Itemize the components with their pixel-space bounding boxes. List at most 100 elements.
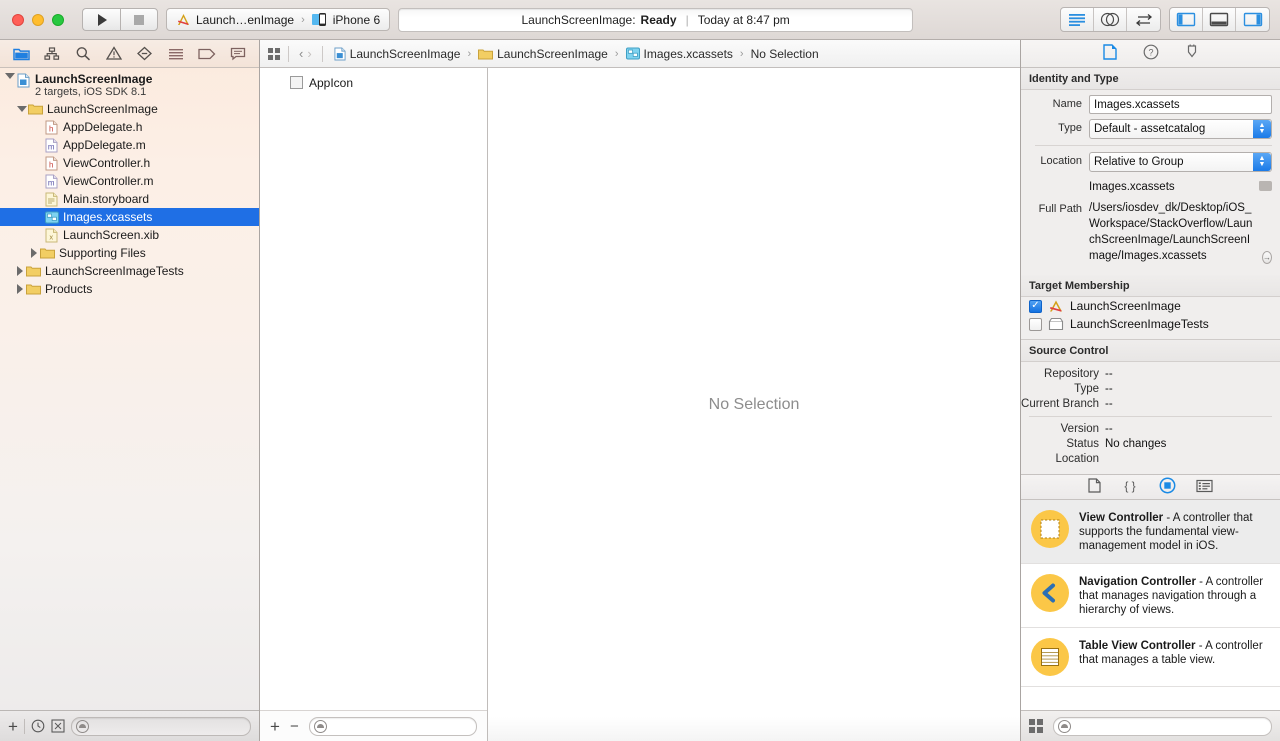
svg-text:x: x bbox=[49, 232, 53, 241]
tree-row-group-products[interactable]: Products bbox=[0, 280, 259, 298]
stop-button[interactable] bbox=[120, 8, 158, 31]
xcode-scheme-icon bbox=[178, 13, 189, 25]
disclosure-triangle[interactable] bbox=[4, 73, 16, 79]
zoom-window-button[interactable] bbox=[52, 13, 64, 26]
tab-quick-help-inspector[interactable]: ? bbox=[1143, 44, 1159, 63]
plug-icon bbox=[1187, 44, 1196, 58]
tree-label: Images.xcassets bbox=[63, 210, 153, 224]
minimize-window-button[interactable] bbox=[32, 13, 44, 26]
asset-filter-field[interactable] bbox=[308, 716, 477, 736]
target-row-tests[interactable]: LaunchScreenImageTests bbox=[1021, 315, 1280, 333]
tree-row-file-main-storyboard[interactable]: Main.storyboard bbox=[0, 190, 259, 208]
tree-row-file-viewcontroller-m[interactable]: m ViewController.m bbox=[0, 172, 259, 190]
standard-editor-button[interactable] bbox=[1061, 8, 1094, 31]
report-bubble-icon bbox=[230, 47, 245, 60]
location-value: Relative to Group bbox=[1094, 156, 1184, 168]
run-button[interactable] bbox=[82, 8, 120, 31]
tree-row-file-appdelegate-h[interactable]: h AppDelegate.h bbox=[0, 118, 259, 136]
add-file-button[interactable]: + bbox=[8, 718, 18, 735]
disclosure-triangle[interactable] bbox=[14, 284, 26, 294]
disclosure-triangle[interactable] bbox=[16, 106, 28, 112]
tab-object-library[interactable] bbox=[1159, 477, 1176, 497]
breadcrumb-item-selection[interactable]: No Selection bbox=[748, 47, 822, 61]
tab-debug-navigator[interactable] bbox=[165, 44, 187, 64]
asset-catalog-list[interactable]: AppIcon bbox=[260, 68, 487, 710]
tab-project-navigator[interactable] bbox=[10, 44, 32, 64]
reveal-in-finder-button[interactable]: → bbox=[1262, 251, 1272, 264]
library-item-table-view-controller[interactable]: Table View Controller - A controller tha… bbox=[1021, 628, 1280, 687]
breadcrumb-item-assetcatalog[interactable]: Images.xcassets bbox=[623, 47, 736, 61]
library-item-navigation-controller[interactable]: Navigation Controller - A controller tha… bbox=[1021, 564, 1280, 628]
tree-row-group-supporting-files[interactable]: Supporting Files bbox=[0, 244, 259, 262]
tree-row-file-launchscreen-xib[interactable]: x LaunchScreen.xib bbox=[0, 226, 259, 244]
target-checkbox-tests[interactable] bbox=[1029, 317, 1042, 331]
breadcrumb-item-group[interactable]: LaunchScreenImage bbox=[475, 47, 611, 61]
tab-file-inspector[interactable] bbox=[1102, 44, 1117, 63]
add-asset-button[interactable]: + bbox=[270, 718, 280, 735]
source-control-row-status: Status No changes bbox=[1021, 438, 1272, 450]
svg-text:h: h bbox=[49, 124, 53, 133]
tree-row-project[interactable]: LaunchScreenImage 2 targets, iOS SDK 8.1 bbox=[0, 72, 259, 100]
navigator-filter-field[interactable] bbox=[70, 716, 251, 736]
breadcrumb-label: LaunchScreenImage bbox=[349, 46, 461, 61]
filter-icon bbox=[1058, 719, 1071, 733]
remove-asset-button[interactable]: − bbox=[290, 719, 299, 734]
asset-list-item-appicon[interactable]: AppIcon bbox=[260, 74, 487, 91]
go-back-button[interactable]: ‹ bbox=[297, 46, 305, 61]
code-snippet-icon: { } bbox=[1124, 479, 1135, 493]
tab-report-navigator[interactable] bbox=[227, 44, 249, 64]
header-file-icon: h bbox=[44, 156, 59, 171]
tree-row-file-viewcontroller-h[interactable]: h ViewController.h bbox=[0, 154, 259, 172]
toggle-utilities-button[interactable] bbox=[1236, 8, 1269, 31]
tree-row-group-launchscreenimage[interactable]: LaunchScreenImage bbox=[0, 100, 259, 118]
location-popup-button[interactable]: Relative to Group ▲ ▼ bbox=[1089, 152, 1272, 172]
object-library-list[interactable]: View Controller - A controller that supp… bbox=[1021, 500, 1280, 710]
source-control-row-location: Location bbox=[1021, 453, 1272, 465]
toggle-navigator-button[interactable] bbox=[1170, 8, 1203, 31]
disclosure-triangle[interactable] bbox=[28, 248, 40, 258]
tab-file-template-library[interactable] bbox=[1088, 478, 1101, 496]
project-navigator-tree[interactable]: LaunchScreenImage 2 targets, iOS SDK 8.1… bbox=[0, 68, 259, 710]
recent-files-filter-icon[interactable] bbox=[31, 719, 45, 733]
tab-code-snippet-library[interactable]: { } bbox=[1121, 478, 1139, 496]
assistant-editor-button[interactable] bbox=[1094, 8, 1127, 31]
tab-symbol-navigator[interactable] bbox=[41, 44, 63, 64]
chevron-updown-icon: ▲ ▼ bbox=[1253, 120, 1271, 138]
project-icon bbox=[16, 73, 31, 88]
version-editor-button[interactable] bbox=[1127, 8, 1160, 31]
target-checkbox-app[interactable] bbox=[1029, 299, 1042, 313]
navigator-pane: LaunchScreenImage 2 targets, iOS SDK 8.1… bbox=[0, 40, 260, 741]
tree-label: Main.storyboard bbox=[63, 192, 150, 206]
tab-test-navigator[interactable] bbox=[134, 44, 156, 64]
scheme-destination-selector[interactable]: Launch…enImage › iPhone 6 bbox=[166, 8, 391, 31]
breadcrumb-label: No Selection bbox=[750, 46, 819, 61]
name-input[interactable]: Images.xcassets bbox=[1089, 95, 1272, 114]
tree-label: AppDelegate.m bbox=[63, 138, 146, 152]
view-controller-icon bbox=[1031, 510, 1069, 548]
tab-find-navigator[interactable] bbox=[72, 44, 94, 64]
source-control-filter-icon[interactable] bbox=[51, 719, 65, 733]
disclosure-triangle[interactable] bbox=[14, 266, 26, 276]
tree-row-file-appdelegate-m[interactable]: m AppDelegate.m bbox=[0, 136, 259, 154]
breadcrumb-item-project[interactable]: LaunchScreenImage bbox=[331, 47, 464, 61]
tree-label: AppDelegate.h bbox=[63, 120, 143, 134]
close-window-button[interactable] bbox=[12, 13, 24, 26]
asset-catalog-bottom-bar: + − bbox=[260, 710, 487, 741]
tab-breakpoint-navigator[interactable] bbox=[196, 44, 218, 64]
version-value: -- bbox=[1105, 423, 1113, 435]
library-view-mode-icon[interactable] bbox=[1029, 719, 1043, 733]
tab-hide-inspector[interactable] bbox=[1185, 44, 1199, 63]
choose-folder-icon[interactable] bbox=[1259, 181, 1272, 191]
tree-row-file-images-xcassets[interactable]: Images.xcassets bbox=[0, 208, 259, 226]
tree-row-group-tests[interactable]: LaunchScreenImageTests bbox=[0, 262, 259, 280]
library-item-view-controller[interactable]: View Controller - A controller that supp… bbox=[1021, 500, 1280, 564]
related-items-icon[interactable] bbox=[268, 47, 280, 60]
type-popup-button[interactable]: Default - assetcatalog ▲ ▼ bbox=[1089, 119, 1272, 139]
table-view-controller-icon bbox=[1031, 638, 1069, 676]
toggle-debug-area-button[interactable] bbox=[1203, 8, 1236, 31]
tab-media-library[interactable] bbox=[1196, 479, 1213, 496]
tab-issue-navigator[interactable] bbox=[103, 44, 125, 64]
target-row-app[interactable]: LaunchScreenImage bbox=[1021, 297, 1280, 315]
library-filter-field[interactable] bbox=[1053, 716, 1272, 736]
go-forward-button[interactable]: › bbox=[305, 46, 313, 61]
